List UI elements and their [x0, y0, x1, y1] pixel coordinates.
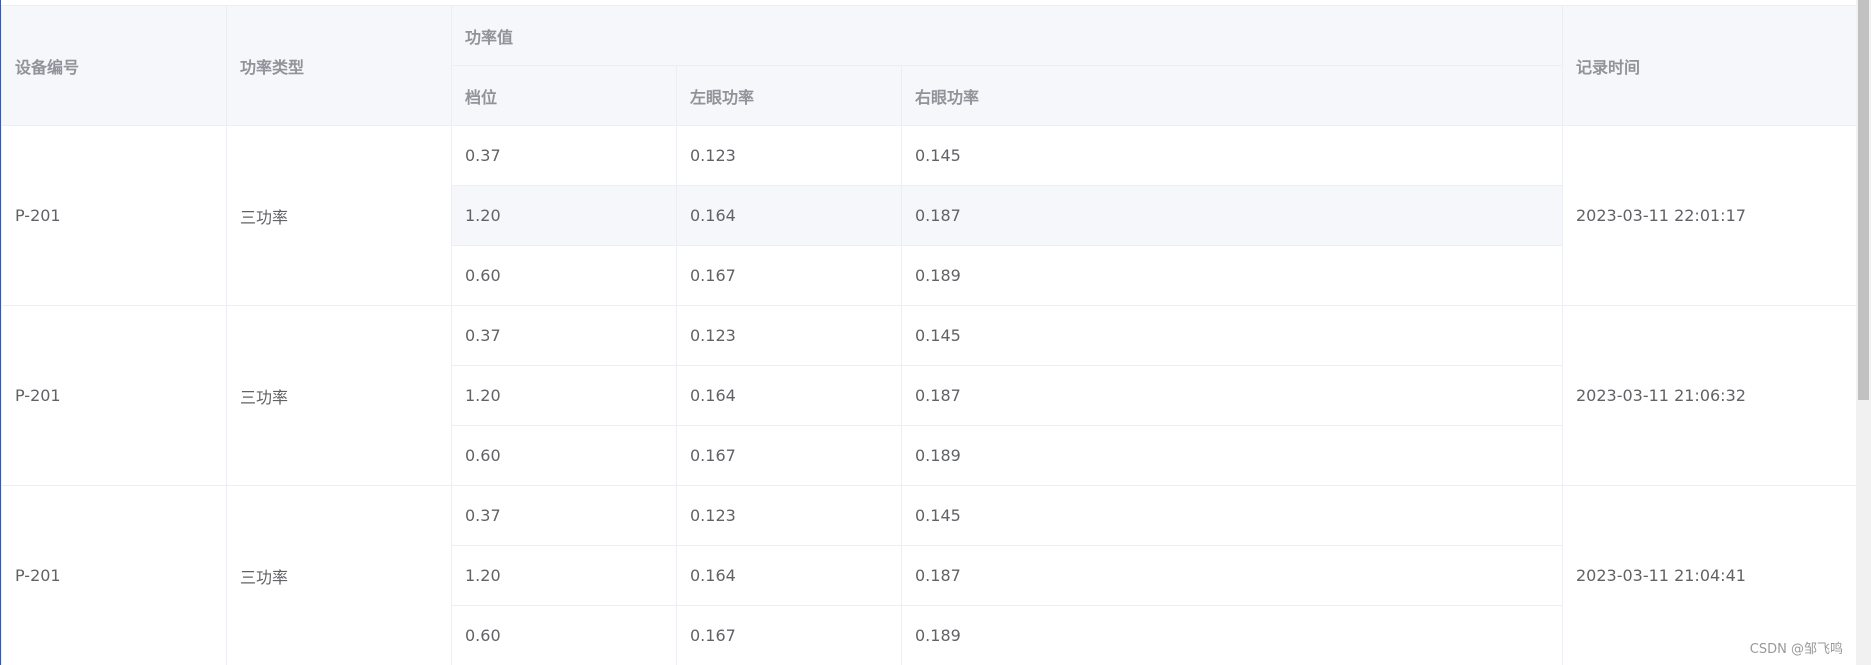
power-record-table: 设备编号 功率类型 功率值 记录时间 档位 左眼功率 右眼功率 P-201 三功… [1, 5, 1857, 665]
page-frame: 设备编号 功率类型 功率值 记录时间 档位 左眼功率 右眼功率 P-201 三功… [0, 0, 1871, 665]
cell-device-id: P-201 [1, 485, 227, 665]
table-body: P-201 三功率 0.37 0.123 0.145 2023-03-11 22… [1, 125, 1857, 665]
watermark: CSDN @邹飞鸣 [1749, 642, 1843, 657]
vertical-scrollbar[interactable] [1856, 0, 1871, 665]
header-left-eye[interactable]: 左眼功率 [676, 65, 902, 126]
cell-right-eye: 0.145 [901, 125, 1563, 186]
cell-right-eye: 0.189 [901, 425, 1563, 486]
header-record-time[interactable]: 记录时间 [1562, 5, 1857, 126]
cell-level: 1.20 [451, 185, 677, 246]
cell-level: 0.37 [451, 125, 677, 186]
cell-level: 0.60 [451, 605, 677, 665]
cell-right-eye: 0.145 [901, 485, 1563, 546]
cell-right-eye: 0.187 [901, 365, 1563, 426]
cell-power-type: 三功率 [226, 125, 452, 306]
cell-left-eye: 0.164 [676, 545, 902, 606]
cell-power-type: 三功率 [226, 305, 452, 486]
cell-level: 0.37 [451, 305, 677, 366]
cell-right-eye: 0.187 [901, 185, 1563, 246]
cell-left-eye: 0.123 [676, 125, 902, 186]
cell-left-eye: 0.164 [676, 185, 902, 246]
scrollbar-thumb[interactable] [1858, 0, 1869, 400]
cell-record-time: 2023-03-11 22:01:17 [1562, 125, 1857, 306]
cell-level: 0.37 [451, 485, 677, 546]
cell-right-eye: 0.187 [901, 545, 1563, 606]
cell-level: 0.60 [451, 425, 677, 486]
table-row[interactable]: P-201 三功率 0.37 0.123 0.145 2023-03-11 21… [1, 305, 1857, 486]
header-power-type[interactable]: 功率类型 [226, 5, 452, 126]
cell-device-id: P-201 [1, 305, 227, 486]
cell-power-type: 三功率 [226, 485, 452, 665]
header-right-eye[interactable]: 右眼功率 [901, 65, 1563, 126]
table-header: 设备编号 功率类型 功率值 记录时间 档位 左眼功率 右眼功率 [1, 5, 1857, 126]
cell-level: 0.60 [451, 245, 677, 306]
cell-level: 1.20 [451, 545, 677, 606]
cell-right-eye: 0.189 [901, 245, 1563, 306]
cell-left-eye: 0.123 [676, 305, 902, 366]
header-power-value[interactable]: 功率值 [451, 5, 1563, 66]
cell-right-eye: 0.145 [901, 305, 1563, 366]
cell-left-eye: 0.164 [676, 365, 902, 426]
header-level[interactable]: 档位 [451, 65, 677, 126]
cell-left-eye: 0.167 [676, 245, 902, 306]
cell-device-id: P-201 [1, 125, 227, 306]
cell-left-eye: 0.167 [676, 605, 902, 665]
cell-left-eye: 0.167 [676, 425, 902, 486]
header-device-id[interactable]: 设备编号 [1, 5, 227, 126]
cell-left-eye: 0.123 [676, 485, 902, 546]
table-row[interactable]: P-201 三功率 0.37 0.123 0.145 2023-03-11 22… [1, 125, 1857, 306]
cell-level: 1.20 [451, 365, 677, 426]
cell-right-eye: 0.189 [901, 605, 1563, 665]
table-row[interactable]: P-201 三功率 0.37 0.123 0.145 2023-03-11 21… [1, 485, 1857, 665]
cell-record-time: 2023-03-11 21:06:32 [1562, 305, 1857, 486]
